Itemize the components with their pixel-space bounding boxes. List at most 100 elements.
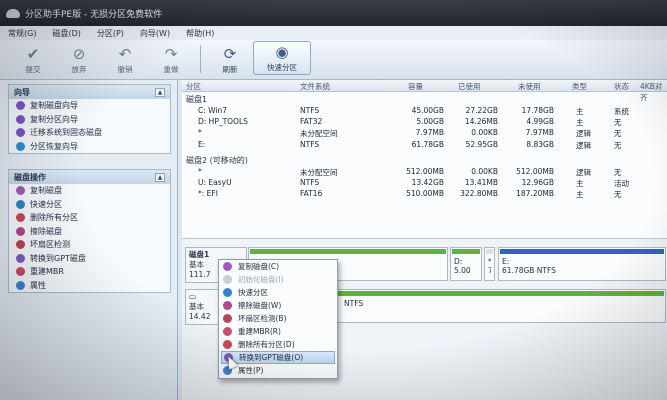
partition-e-size: 61.78GB NTFS: [502, 266, 556, 275]
table-row[interactable]: C: Win7 NTFS 45.00GB 27.22GB 17.78GB 主系统: [182, 105, 667, 116]
ctx-label: 擦除磁盘(W): [238, 301, 282, 310]
table-row[interactable]: E: NTFS 61.78GB 52.95GB 8.83GB 逻辑 无: [182, 139, 667, 150]
collapse-icon[interactable]: ▲: [155, 87, 165, 97]
ctx-wipe-disk[interactable]: 擦除磁盘(W): [219, 299, 337, 312]
ctx-label: 删除所有分区(D): [238, 340, 295, 349]
header-type[interactable]: 类型: [572, 81, 587, 92]
menu-general[interactable]: 常规(G): [8, 28, 36, 39]
disk-op-delete-all[interactable]: 删除所有分区: [9, 211, 170, 225]
menu-help[interactable]: 帮助(H): [186, 28, 214, 39]
ctx-convert-gpt[interactable]: 转换到GPT磁盘(O): [221, 351, 335, 364]
menu-partition[interactable]: 分区(P): [97, 28, 124, 39]
cell-free: 7.97MB: [525, 128, 554, 138]
unallocated-block[interactable]: * 7: [484, 247, 495, 281]
wizard-item-copy-partition[interactable]: 复制分区向导: [9, 113, 170, 127]
header-capacity[interactable]: 容量: [408, 81, 423, 92]
discard-button[interactable]: ⊘ 放弃: [56, 46, 102, 75]
cell-filesystem: NTFS: [300, 106, 320, 115]
header-partition[interactable]: 分区: [186, 81, 201, 92]
wizard-item-migrate-os[interactable]: 迁移系统到固态磁盘: [9, 126, 170, 140]
cell-used: 13.41MB: [464, 177, 498, 187]
partition-e-label: E:: [502, 257, 510, 266]
cell-used: 0.00KB: [471, 128, 498, 138]
ctx-label: 复制磁盘(C): [238, 262, 280, 271]
ctx-rebuild-mbr[interactable]: 重建MBR(R): [219, 325, 337, 338]
wizard-panel-header[interactable]: 向导 ▲: [9, 85, 170, 99]
disk-op-quick-partition[interactable]: 快速分区: [9, 198, 170, 212]
header-free[interactable]: 未使用: [518, 81, 541, 92]
cell-used: 322.80MB: [460, 189, 498, 199]
disk-op-label: 快速分区: [30, 199, 62, 209]
table-row[interactable]: *: EFI FAT16 510.00MB 322.80MB 187.20MB 主 无: [182, 188, 667, 199]
discard-icon: ⊘: [72, 45, 86, 63]
ctx-bad-sector[interactable]: 坏扇区检测(B): [219, 312, 337, 325]
disk2-rows: * 未分配空间 512.00MB 0.00KB 512.00MB 逻辑无 U: EasyU N…: [182, 166, 667, 200]
table-row[interactable]: * 未分配空间 512.00MB 0.00KB 512.00MB 逻辑无: [182, 166, 667, 177]
undo-button[interactable]: ↶ 撤销: [102, 46, 148, 75]
submit-button[interactable]: ✔ 提交: [10, 46, 56, 75]
disk-ops-panel-header[interactable]: 磁盘操作 ▲: [9, 170, 170, 184]
partition-usage-bar: [452, 249, 480, 254]
disk-op-label: 删除所有分区: [30, 213, 78, 223]
cell-capacity: 510.00MB: [406, 189, 444, 199]
unallocated-size: 7: [488, 266, 491, 275]
refresh-button[interactable]: ⟳ 刷新: [207, 46, 253, 75]
wizard-icon: [16, 101, 25, 111]
disk-op-copy-disk[interactable]: 复制磁盘: [9, 184, 170, 198]
disk1-group-label: 磁盘1: [186, 95, 208, 104]
menu-wizard[interactable]: 向导(W): [140, 28, 170, 39]
partition-table: 分区 文件系统 容量 已使用 未使用 类型 状态 4KB对齐 磁盘1 C: Wi…: [182, 80, 667, 238]
menu-disk[interactable]: 磁盘(D): [52, 28, 80, 39]
partition-d-label: D:: [454, 257, 463, 266]
window-title: 分区助手PE版 - 无损分区免费软件: [25, 9, 163, 20]
cell-free: 187.20MB: [516, 189, 554, 199]
disk-op-label: 坏扇区检测: [30, 240, 70, 250]
delete-icon: [223, 340, 232, 349]
disk-op-properties[interactable]: 属性: [9, 279, 170, 293]
collapse-icon[interactable]: ▲: [155, 172, 165, 182]
header-4k-align[interactable]: 4KB对齐: [640, 81, 667, 103]
cell-capacity: 512.00MB: [406, 166, 444, 176]
disk-op-rebuild-mbr[interactable]: 重建MBR: [9, 265, 170, 279]
ctx-label: 初始化磁盘(I): [238, 275, 284, 284]
unallocated-label: *: [488, 257, 491, 266]
cell-free: 12.96GB: [521, 177, 554, 187]
partition-d-block[interactable]: D: 5.00: [450, 247, 482, 281]
ctx-quick-partition[interactable]: 快速分区: [219, 286, 337, 299]
wizard-item-copy-disk[interactable]: 复制磁盘向导: [9, 99, 170, 113]
copy-disk-icon: [223, 262, 232, 271]
toolbar: ✔ 提交 ⊘ 放弃 ↶ 撤销 ↷ 重做 ⟳ 刷新 ◉ 快速分区: [0, 40, 667, 80]
wizard-panel: 向导 ▲ 复制磁盘向导 复制分区向导 迁移系统到固态磁盘 分区恢复向导: [8, 84, 171, 154]
cell-partition: E:: [198, 139, 206, 149]
table-row[interactable]: U: EasyU NTFS 13.42GB 13.41MB 12.96GB 主活动: [182, 177, 667, 188]
wizard-item-partition-recovery[interactable]: 分区恢复向导: [9, 140, 170, 154]
cell-partition: U: EasyU: [198, 177, 232, 187]
ctx-label: 坏扇区检测(B): [238, 314, 287, 323]
cell-used: 52.95GB: [465, 139, 498, 149]
table-header: 分区 文件系统 容量 已使用 未使用 类型 状态 4KB对齐: [182, 80, 667, 102]
table-row[interactable]: D: HP_TOOLS FAT32 5.00GB 14.26MB 4.99GB 主无: [182, 116, 667, 127]
rebuild-mbr-icon: [16, 267, 25, 277]
header-filesystem[interactable]: 文件系统: [300, 81, 330, 92]
menu-bar: 常规(G) 磁盘(D) 分区(P) 向导(W) 帮助(H): [0, 26, 667, 40]
ctx-copy-disk[interactable]: 复制磁盘(C): [219, 260, 337, 273]
cell-partition: *: [198, 128, 202, 138]
cell-filesystem: NTFS: [300, 177, 320, 187]
ctx-label: 快速分区: [238, 288, 268, 297]
redo-button[interactable]: ↷ 重做: [148, 46, 194, 75]
disk-op-convert-gpt[interactable]: 转换到GPT磁盘: [9, 252, 170, 266]
quick-partition-button[interactable]: ◉ 快速分区: [253, 41, 311, 75]
disk-op-wipe-disk[interactable]: 擦除磁盘: [9, 225, 170, 239]
toolbar-divider: [200, 45, 201, 73]
cell-filesystem: FAT16: [300, 189, 323, 199]
undo-label: 撤销: [117, 65, 133, 74]
header-status[interactable]: 状态: [614, 81, 629, 92]
ctx-delete-all[interactable]: 删除所有分区(D): [219, 338, 337, 351]
disk-op-bad-sector[interactable]: 坏扇区检测: [9, 238, 170, 252]
refresh-label: 刷新: [222, 65, 238, 74]
partition-e-block[interactable]: E: 61.78GB NTFS: [498, 247, 666, 281]
table-row[interactable]: * 未分配空间 7.97MB 0.00KB 7.97MB 逻辑无: [182, 127, 667, 138]
header-used[interactable]: 已使用: [458, 81, 481, 92]
cell-capacity: 7.97MB: [415, 128, 444, 138]
wizard-item-label: 迁移系统到固态磁盘: [30, 128, 102, 138]
